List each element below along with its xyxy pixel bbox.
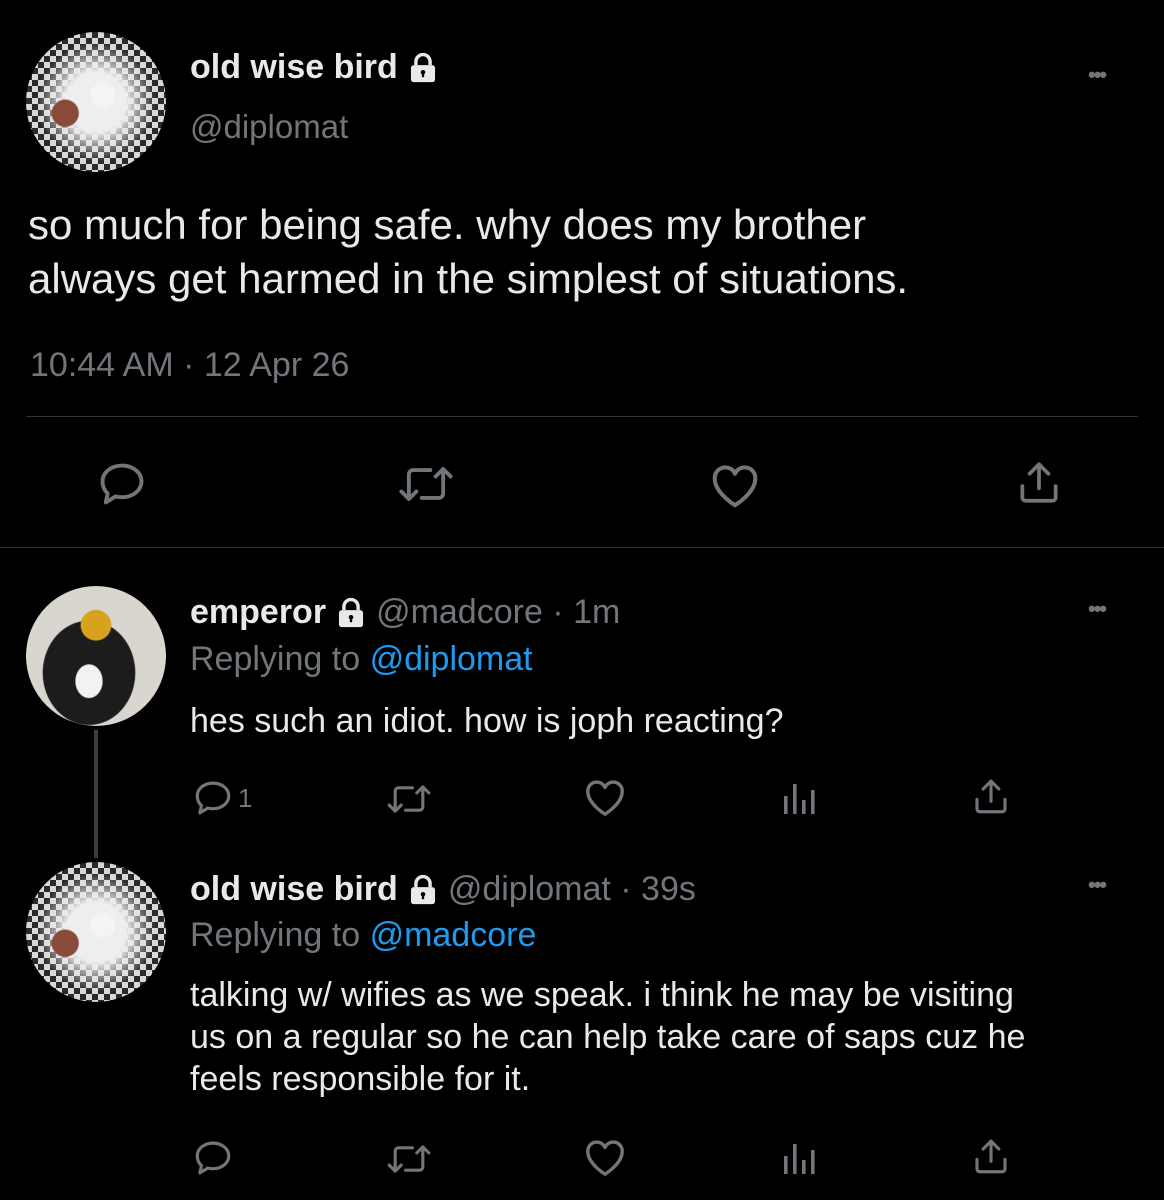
main-tweet-text: so much for being safe. why does my brot… — [28, 198, 908, 306]
retweet-button[interactable] — [384, 780, 434, 818]
retweet-button[interactable] — [384, 1140, 434, 1178]
reply-2-text-line: feels responsible for it. — [190, 1060, 531, 1098]
reply-1-header: emperor @madcore · 1m — [190, 593, 620, 632]
reply-button[interactable] — [96, 460, 148, 508]
reply-icon — [195, 1141, 231, 1175]
replying-to-label: Replying to — [190, 916, 361, 954]
heart-icon — [712, 465, 758, 508]
reply-2-avatar[interactable] — [26, 862, 166, 1002]
main-tweet-author[interactable]: old wise bird — [190, 48, 440, 87]
heart-icon — [586, 1140, 624, 1176]
lock-icon — [334, 596, 368, 630]
share-icon — [975, 779, 1007, 814]
retweet-icon — [387, 1145, 431, 1173]
share-button[interactable] — [970, 774, 1012, 818]
lock-icon — [406, 873, 440, 907]
reply-2-replying-to: Replying to @madcore — [190, 916, 536, 955]
reply-button[interactable] — [192, 1138, 234, 1178]
retweet-icon — [387, 785, 431, 813]
reply-button[interactable]: 1 — [192, 778, 252, 818]
reply-1-display-name[interactable]: emperor — [190, 593, 326, 632]
reply-2-header: old wise bird @diplomat · 39s — [190, 870, 696, 909]
share-icon — [1020, 462, 1058, 503]
reply-2-display-name[interactable]: old wise bird — [190, 870, 398, 909]
reply-1-text: hes such an idiot. how is joph reacting? — [190, 700, 783, 742]
divider — [26, 416, 1138, 417]
reply-2-text: talking w/ wifies as we speak. i think h… — [190, 974, 1025, 1100]
like-button[interactable] — [582, 776, 628, 818]
replying-to-handle-link[interactable]: @madcore — [370, 916, 537, 954]
main-tweet-avatar[interactable] — [26, 32, 166, 172]
analytics-button[interactable] — [778, 778, 818, 818]
analytics-icon — [784, 784, 815, 814]
reply-1-replying-to: Replying to @diplomat — [190, 640, 533, 679]
retweet-button[interactable] — [396, 460, 456, 508]
section-divider — [0, 547, 1164, 548]
main-tweet-display-name[interactable]: old wise bird — [190, 48, 398, 87]
reply-2-handle-time[interactable]: @diplomat · 39s — [448, 870, 696, 909]
reply-1-text-line: hes such an idiot. how is joph reacting? — [190, 702, 784, 740]
thread-line — [94, 730, 98, 858]
share-button[interactable] — [970, 1134, 1012, 1178]
like-button[interactable] — [708, 460, 762, 510]
analytics-button[interactable] — [778, 1138, 818, 1178]
share-button[interactable] — [1014, 456, 1064, 508]
main-tweet-text-line: always get harmed in the simplest of sit… — [28, 255, 909, 302]
more-horizontal-icon[interactable]: ••• — [1088, 596, 1107, 622]
analytics-icon — [784, 1144, 815, 1174]
reply-2-text-line: talking w/ wifies as we speak. i think h… — [190, 976, 1014, 1014]
more-horizontal-icon[interactable]: ••• — [1088, 872, 1107, 898]
main-tweet-text-line: so much for being safe. why does my brot… — [28, 201, 867, 248]
heart-icon — [586, 780, 624, 816]
replying-to-label: Replying to — [190, 640, 361, 678]
main-tweet-timestamp[interactable]: 10:44 AM · 12 Apr 26 — [30, 346, 349, 385]
lock-icon — [406, 51, 440, 85]
reply-1-handle-time[interactable]: @madcore · 1m — [376, 593, 620, 632]
replying-to-handle-link[interactable]: @diplomat — [370, 640, 533, 678]
reply-icon — [100, 463, 144, 505]
reply-icon — [195, 781, 231, 815]
reply-2-text-line: us on a regular so he can help take care… — [190, 1018, 1026, 1056]
main-tweet-handle[interactable]: @diplomat — [190, 108, 348, 146]
share-icon — [975, 1139, 1007, 1174]
more-horizontal-icon[interactable]: ••• — [1088, 62, 1107, 88]
reply-count: 1 — [238, 782, 253, 813]
retweet-icon — [399, 467, 453, 501]
reply-1-avatar[interactable] — [26, 586, 166, 726]
like-button[interactable] — [582, 1136, 628, 1178]
